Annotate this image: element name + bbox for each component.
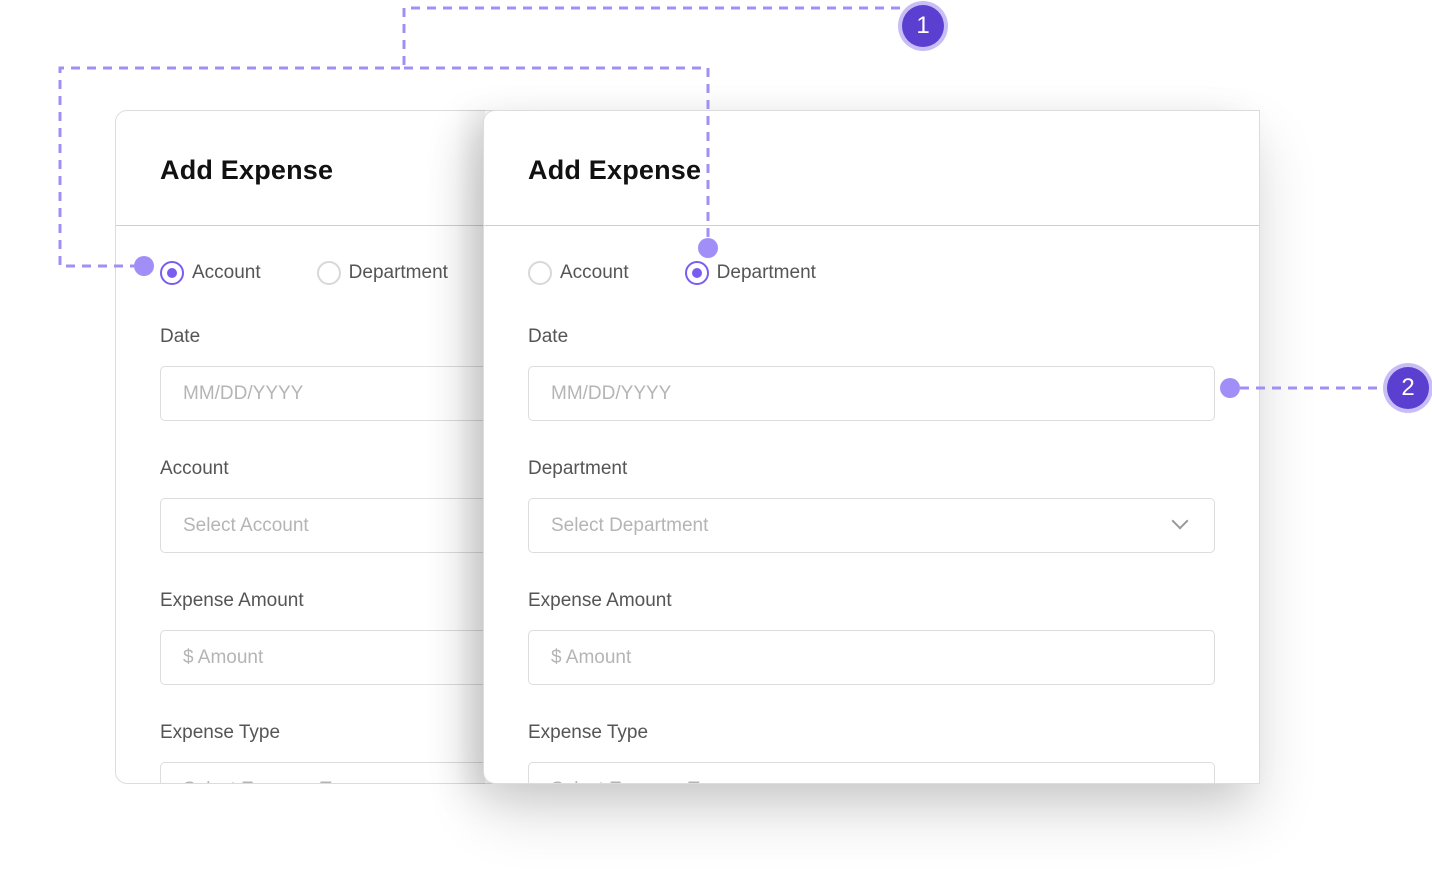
add-expense-card-account: Add Expense Account Department Date MM/D… <box>115 110 515 784</box>
radio-label: Department <box>716 262 816 283</box>
radio-unselected-icon[interactable] <box>316 261 341 285</box>
radio-label: Department <box>348 262 448 283</box>
expense-amount-input[interactable]: $ Amount <box>160 630 514 685</box>
date-input[interactable]: MM/DD/YYYY <box>160 366 514 421</box>
account-select[interactable]: Select Account <box>160 498 514 553</box>
connector-dot <box>698 238 718 258</box>
radio-department[interactable]: Department <box>684 261 816 285</box>
card-header: Add Expense <box>116 111 514 226</box>
date-label: Date <box>528 326 569 347</box>
radio-account[interactable]: Account <box>160 261 261 285</box>
card-header: Add Expense <box>484 111 1259 226</box>
chevron-down-icon[interactable] <box>1171 512 1189 530</box>
connector-dot <box>1220 378 1240 398</box>
radio-unselected-icon[interactable] <box>528 261 552 285</box>
account-label: Account <box>160 458 229 479</box>
expense-type-select[interactable]: Select Expense Type <box>160 762 514 783</box>
expense-type-select[interactable]: Select Expense Type <box>528 762 1215 783</box>
expense-amount-label: Expense Amount <box>160 590 304 611</box>
radio-account[interactable]: Account <box>528 261 629 285</box>
add-expense-card-department: Add Expense Account Department Date MM/D… <box>483 110 1260 784</box>
card-title: Add Expense <box>528 155 702 185</box>
department-select[interactable]: Select Department <box>528 498 1215 553</box>
expense-type-label: Expense Type <box>160 722 281 743</box>
date-input[interactable]: MM/DD/YYYY <box>528 366 1215 421</box>
card-title: Add Expense <box>160 155 334 185</box>
expense-amount-label: Expense Amount <box>528 590 672 611</box>
annotation-badge-1: 1 <box>902 5 944 47</box>
radio-selected-icon[interactable] <box>684 261 709 285</box>
radio-label: Account <box>192 262 261 283</box>
date-label: Date <box>160 326 201 347</box>
expense-source-radio-group: Account Department <box>160 261 504 285</box>
connector-dot <box>134 256 154 276</box>
department-label: Department <box>528 458 628 479</box>
expense-source-radio-group: Account Department <box>528 261 872 285</box>
department-select-placeholder: Select Department <box>551 514 709 536</box>
radio-department[interactable]: Department <box>316 261 448 285</box>
expense-type-label: Expense Type <box>528 722 649 743</box>
radio-label: Account <box>560 262 629 283</box>
annotation-badge-2: 2 <box>1387 367 1429 409</box>
expense-amount-input[interactable]: $ Amount <box>528 630 1215 685</box>
radio-selected-icon[interactable] <box>160 261 184 285</box>
